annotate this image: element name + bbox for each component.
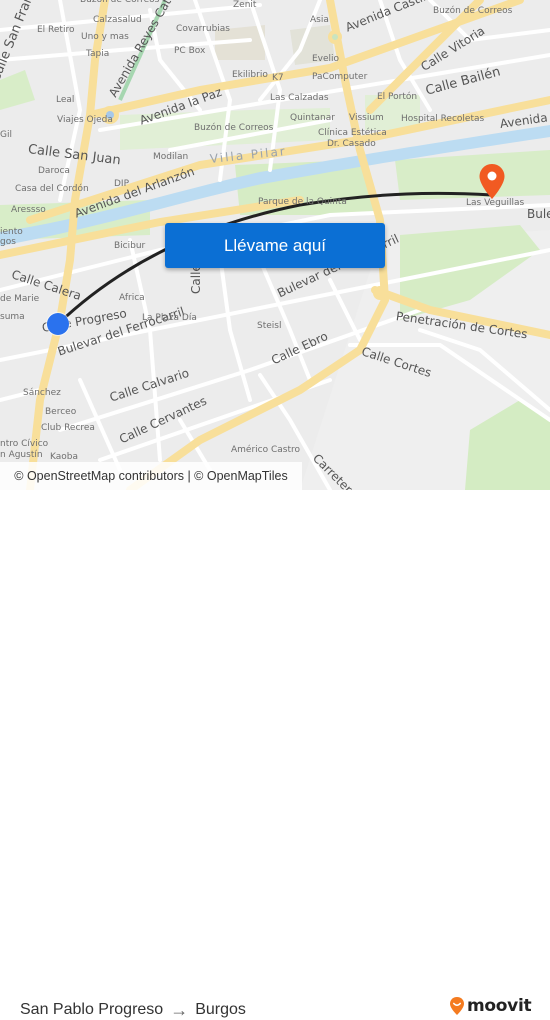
poi-label: DIP xyxy=(114,179,130,189)
poi-label: Ekilibrio xyxy=(232,70,268,80)
poi-label: Américo Castro xyxy=(231,445,301,455)
map-attribution[interactable]: © OpenStreetMap contributors | © OpenMap… xyxy=(0,462,302,490)
poi-label: suma xyxy=(0,312,25,322)
poi-label: Buzón de Correos xyxy=(80,0,160,5)
origin-marker[interactable] xyxy=(47,313,69,335)
poi-label: Bicibur xyxy=(114,241,146,251)
poi-label: Aressso xyxy=(11,205,46,215)
poi-label: Berceo xyxy=(45,407,77,417)
take-me-here-button[interactable]: Llévame aquí xyxy=(165,223,385,268)
poi-label: Daroca xyxy=(38,166,70,176)
poi-label: iento xyxy=(0,227,23,237)
poi-label: PaComputer xyxy=(312,72,368,82)
poi-label: Viajes Ojeda xyxy=(57,115,113,125)
poi-label: ntro Cívico xyxy=(0,439,49,449)
poi-label: Gil xyxy=(0,130,12,140)
poi-label: Tapia xyxy=(86,49,110,59)
destination-pin-icon[interactable] xyxy=(478,163,506,201)
moovit-wordmark: moovit xyxy=(467,996,532,1016)
poi-label: Hospital Recoletas xyxy=(401,114,485,124)
poi-label: Evelio xyxy=(312,54,340,64)
street-label: Bule xyxy=(527,207,550,221)
poi-label: Dr. Casado xyxy=(327,139,376,149)
route-title: San Pablo Progreso → Burgos xyxy=(20,1001,246,1019)
poi-label: Covarrubias xyxy=(176,24,230,34)
poi-label: Calzasalud xyxy=(93,15,142,25)
poi-label: Las Calzadas xyxy=(270,93,329,103)
destination-name: Burgos xyxy=(195,1001,246,1018)
arrow-right-icon: → xyxy=(170,1000,189,1020)
poi-label: Zenit xyxy=(233,0,257,10)
poi-label: n Agustín xyxy=(0,450,43,460)
moovit-logo[interactable]: moovit xyxy=(449,996,532,1016)
poi-label: K7 xyxy=(272,73,284,83)
poi-label: La Plaza Día xyxy=(142,313,197,323)
poi-label: Uno y mas xyxy=(81,32,129,42)
poi-label: Buzón de Correos xyxy=(433,6,513,16)
footer: San Pablo Progreso → Burgos moovit xyxy=(0,490,550,1019)
poi-label: Quintanar xyxy=(290,113,335,123)
poi-label: Modilan xyxy=(153,152,189,162)
poi-label: El Portón xyxy=(377,92,418,102)
poi-label: Club Recrea xyxy=(41,423,95,433)
poi-label: Leal xyxy=(56,95,75,105)
poi-label: Clínica Estética xyxy=(318,128,387,138)
poi-label: Sánchez xyxy=(23,388,61,398)
poi-label: Africa xyxy=(119,293,145,303)
poi-label: gos xyxy=(0,237,16,247)
poi-label: Kaoba xyxy=(50,452,78,462)
poi-label: PC Box xyxy=(174,46,206,56)
poi-label: Casa del Cordón xyxy=(15,184,89,194)
poi-label: Buzón de Correos xyxy=(194,123,274,133)
poi-label: Vissium xyxy=(349,113,384,123)
poi-label: de Marie xyxy=(0,294,40,304)
origin-name: San Pablo Progreso xyxy=(20,1001,164,1018)
poi-label: Parque de la Quinta xyxy=(258,197,347,207)
map-canvas[interactable]: Calle San Francisco Avenida Reyes Católi… xyxy=(0,0,550,490)
moovit-pin-icon xyxy=(450,997,464,1015)
poi-label: El Retiro xyxy=(37,25,75,35)
poi-label: Steisl xyxy=(257,321,282,331)
poi-label: Asia xyxy=(310,15,329,25)
street-label: Calle xyxy=(189,264,203,294)
